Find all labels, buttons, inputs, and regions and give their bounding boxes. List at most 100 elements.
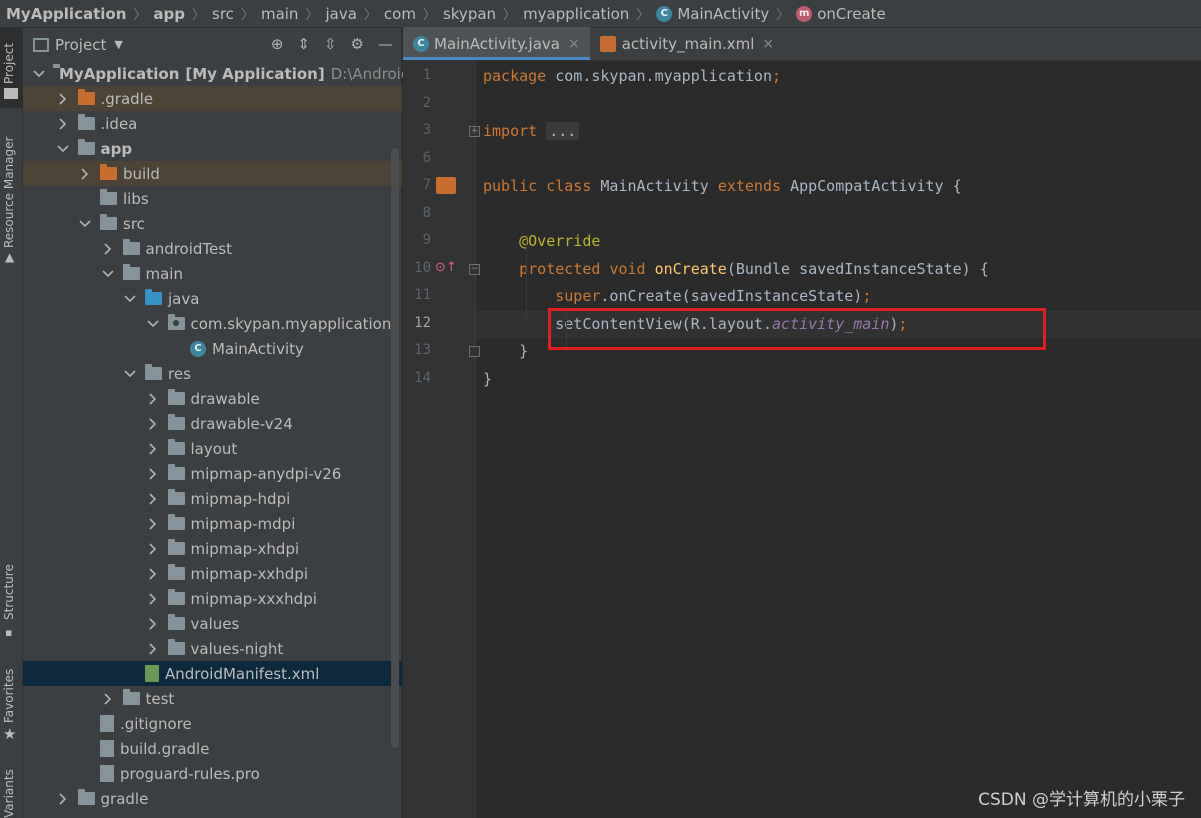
- breadcrumb-item[interactable]: main: [261, 5, 298, 23]
- tree-item[interactable]: test: [23, 686, 402, 711]
- breadcrumb-item[interactable]: m onCreate: [796, 5, 886, 23]
- chevron-right-icon[interactable]: [146, 617, 160, 631]
- tree-item[interactable]: drawable-v24: [23, 411, 402, 436]
- project-scrollbar[interactable]: [391, 148, 399, 748]
- expand-all-icon[interactable]: ⇕: [297, 35, 310, 53]
- chevron-right-icon[interactable]: [101, 692, 115, 706]
- watermark: CSDN @学计算机的小栗子: [978, 790, 1185, 810]
- fold-expand-icon[interactable]: +: [469, 126, 480, 137]
- breadcrumb-item[interactable]: src: [212, 5, 234, 23]
- breadcrumb-item[interactable]: myapplication: [523, 5, 629, 23]
- tree-item[interactable]: .gradle: [23, 86, 402, 111]
- chevron-down-icon[interactable]: [78, 217, 92, 231]
- chevron-right-icon[interactable]: [146, 492, 160, 506]
- tree-item[interactable]: app: [23, 136, 402, 161]
- tree-item[interactable]: build.gradle: [23, 736, 402, 761]
- tree-item[interactable]: main: [23, 261, 402, 286]
- project-tool-tab[interactable]: Project: [0, 28, 23, 108]
- chevron-right-icon[interactable]: [56, 792, 70, 806]
- code-line[interactable]: @Override: [483, 228, 600, 255]
- override-icon[interactable]: ⊙↑: [435, 260, 457, 275]
- chevron-down-icon[interactable]: [56, 142, 70, 156]
- code-area[interactable]: package com.skypan.myapplication; import …: [476, 61, 1201, 818]
- tree-item[interactable]: libs: [23, 186, 402, 211]
- chevron-right-icon[interactable]: [146, 517, 160, 531]
- tree-item[interactable]: java: [23, 286, 402, 311]
- breadcrumb-item[interactable]: app: [153, 5, 185, 23]
- code-line[interactable]: }: [483, 338, 528, 365]
- chevron-right-icon[interactable]: [56, 117, 70, 131]
- tree-item[interactable]: C MainActivity: [23, 336, 402, 361]
- tree-item[interactable]: proguard-rules.pro: [23, 761, 402, 786]
- chevron-right-icon[interactable]: [146, 542, 160, 556]
- editor-tab[interactable]: C MainActivity.java ×: [403, 27, 590, 60]
- chevron-right-icon[interactable]: [146, 417, 160, 431]
- chevron-down-icon[interactable]: [123, 292, 137, 306]
- build-variants-tool-tab[interactable]: Variants: [0, 768, 23, 818]
- chevron-right-icon[interactable]: [56, 92, 70, 106]
- close-icon[interactable]: ×: [762, 36, 774, 52]
- chevron-right-icon[interactable]: [146, 442, 160, 456]
- tree-item[interactable]: .gitignore: [23, 711, 402, 736]
- tree-item[interactable]: drawable: [23, 386, 402, 411]
- breadcrumb-item[interactable]: com: [384, 5, 416, 23]
- gear-icon[interactable]: ⚙: [351, 35, 364, 53]
- editor-tab[interactable]: activity_main.xml ×: [590, 27, 784, 60]
- chevron-down-icon[interactable]: ▼: [114, 38, 122, 51]
- chevron-down-icon[interactable]: [146, 317, 160, 331]
- chevron-right-icon[interactable]: [146, 592, 160, 606]
- chevron-right-icon[interactable]: [101, 242, 115, 256]
- tree-item[interactable]: AndroidManifest.xml: [23, 661, 402, 686]
- code-line[interactable]: package com.skypan.myapplication;: [483, 63, 781, 90]
- code-token: AppCompatActivity {: [790, 177, 962, 195]
- tree-item[interactable]: .idea: [23, 111, 402, 136]
- tree-item[interactable]: mipmap-mdpi: [23, 511, 402, 536]
- breadcrumb-item[interactable]: C MainActivity: [656, 5, 769, 23]
- code-line[interactable]: protected void onCreate(Bundle savedInst…: [483, 256, 989, 283]
- chevron-down-icon[interactable]: [123, 367, 137, 381]
- tree-item[interactable]: androidTest: [23, 236, 402, 261]
- code-line[interactable]: public class MainActivity extends AppCom…: [483, 173, 962, 200]
- code-line[interactable]: import ...: [483, 118, 580, 145]
- chevron-right-icon[interactable]: [78, 167, 92, 181]
- fold-end-icon[interactable]: [469, 346, 480, 357]
- tree-item-label: MyApplication: [59, 64, 180, 83]
- breadcrumb-item[interactable]: java: [325, 5, 356, 23]
- tree-item[interactable]: layout: [23, 436, 402, 461]
- code-line[interactable]: }: [483, 366, 492, 393]
- tree-item[interactable]: mipmap-xxxhdpi: [23, 586, 402, 611]
- resource-manager-tool-tab[interactable]: Resource Manager ▲: [0, 120, 23, 270]
- breadcrumb-item[interactable]: skypan: [443, 5, 496, 23]
- tree-item[interactable]: src: [23, 211, 402, 236]
- tree-item[interactable]: mipmap-anydpi-v26: [23, 461, 402, 486]
- chevron-down-icon[interactable]: [101, 267, 115, 281]
- tree-item[interactable]: mipmap-hdpi: [23, 486, 402, 511]
- close-icon[interactable]: ×: [568, 36, 580, 52]
- structure-tool-tab[interactable]: Structure ▪: [0, 558, 23, 648]
- chevron-right-icon[interactable]: [146, 467, 160, 481]
- tree-item[interactable]: values-night: [23, 636, 402, 661]
- folded-imports[interactable]: ...: [546, 122, 580, 140]
- tree-item[interactable]: com.skypan.myapplication: [23, 311, 402, 336]
- activity-layout-icon[interactable]: [436, 177, 456, 194]
- favorites-tool-tab[interactable]: Favorites ★: [0, 663, 23, 753]
- code-line[interactable]: super.onCreate(savedInstanceState);: [483, 283, 871, 310]
- project-view-selector[interactable]: Project: [55, 36, 106, 54]
- tree-item[interactable]: res: [23, 361, 402, 386]
- tree-item[interactable]: values: [23, 611, 402, 636]
- chevron-right-icon[interactable]: [146, 392, 160, 406]
- tree-item[interactable]: MyApplication [My Application] D:\Android: [23, 61, 410, 86]
- chevron-down-icon[interactable]: [33, 67, 45, 81]
- tree-item[interactable]: gradle: [23, 786, 402, 811]
- tree-item[interactable]: build: [23, 161, 402, 186]
- chevron-right-icon[interactable]: [146, 642, 160, 656]
- tree-item-label: MainActivity: [212, 339, 304, 358]
- chevron-right-icon[interactable]: [146, 567, 160, 581]
- breadcrumb-item[interactable]: MyApplication: [6, 5, 126, 23]
- fold-collapse-icon[interactable]: −: [469, 263, 480, 275]
- tree-item[interactable]: mipmap-xxhdpi: [23, 561, 402, 586]
- tree-item[interactable]: mipmap-xhdpi: [23, 536, 402, 561]
- locate-icon[interactable]: ⊕: [271, 35, 284, 53]
- collapse-all-icon[interactable]: ⇳: [324, 35, 337, 53]
- hide-icon[interactable]: —: [378, 35, 393, 53]
